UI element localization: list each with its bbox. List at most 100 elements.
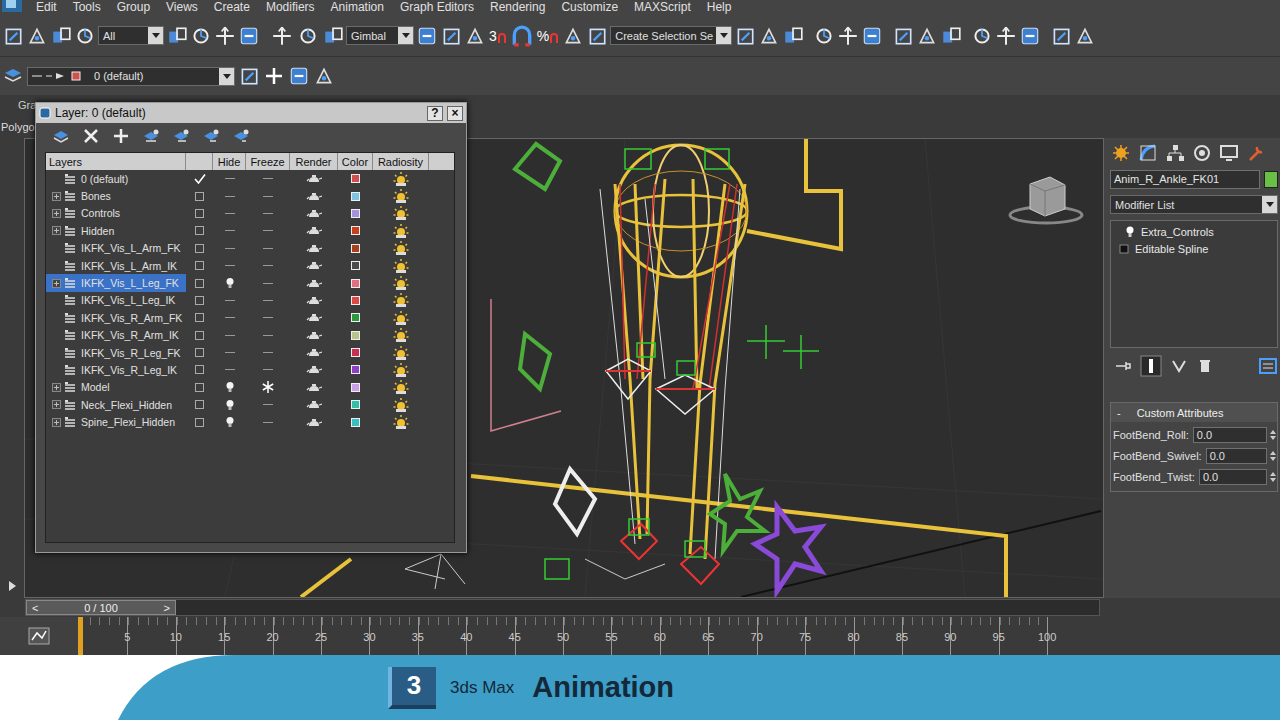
hide-cell[interactable] [213,187,246,204]
utilities-tab-icon[interactable] [1245,143,1267,163]
expand-icon[interactable] [52,418,61,427]
dropdown-arrow-icon[interactable] [716,27,731,44]
color-cell[interactable] [338,396,373,413]
tool-icon[interactable] [190,25,212,47]
lightbulb-icon[interactable] [225,277,235,289]
layer-name-cell[interactable]: Spine_Flexi_Hidden [46,413,186,430]
layer-color-swatch[interactable] [351,331,360,340]
freeze-cell[interactable] [246,205,290,222]
freeze-off-dash[interactable] [263,300,273,301]
render-cell[interactable] [290,327,338,344]
current-layer-dropdown[interactable]: 0 (default) [27,67,235,86]
freeze-cell[interactable] [246,327,290,344]
select-in-layer-icon[interactable] [288,65,310,87]
hide-cell[interactable] [213,413,246,430]
current-checkbox[interactable] [195,192,204,201]
radiosity-cell[interactable] [373,187,429,204]
layer-color-swatch[interactable] [351,418,360,427]
layer-row[interactable]: IKFK_Vis_R_Arm_IK [46,327,454,344]
color-cell[interactable] [338,257,373,274]
freeze-off-dash[interactable] [263,265,273,266]
layer-name-cell[interactable]: Model [46,379,186,396]
render-cell[interactable] [290,361,338,378]
radiosity-icon[interactable] [393,275,409,291]
column-header[interactable]: Color [338,153,373,170]
dropdown-arrow-icon[interactable] [148,27,163,44]
menu-item[interactable]: Animation [323,0,392,14]
render-cell[interactable] [290,187,338,204]
layer-name-cell[interactable]: Neck_Flexi_Hidden [46,396,186,413]
hierarchy-tab-icon[interactable] [1164,143,1186,163]
freeze-cell[interactable] [246,309,290,326]
current-layer-cell[interactable] [186,274,213,291]
tool-icon[interactable] [416,25,438,47]
layer-color-swatch[interactable] [351,296,360,305]
hide-cell[interactable] [213,396,246,413]
teapot-icon[interactable] [306,399,322,410]
hide-cell[interactable] [213,344,246,361]
tool-icon[interactable] [50,25,72,47]
color-cell[interactable] [338,240,373,257]
hide-off-dash[interactable] [225,369,235,370]
menu-item[interactable]: Customize [553,0,626,14]
teapot-icon[interactable] [306,347,322,358]
app-logo-icon[interactable] [0,0,28,15]
edit-named-selection-icon[interactable] [586,25,608,47]
render-cell[interactable] [290,344,338,361]
tool-icon[interactable] [214,25,236,47]
freeze-cell[interactable] [246,187,290,204]
layer-row[interactable]: Controls [46,205,454,222]
menu-item[interactable]: Help [699,0,740,14]
parameter-field[interactable]: 0.0 [1199,469,1267,485]
freeze-cell[interactable] [246,396,290,413]
radiosity-icon[interactable] [393,205,409,221]
current-checkbox[interactable] [195,209,204,218]
current-checkbox[interactable] [195,279,204,288]
radiosity-icon[interactable] [393,362,409,378]
current-checkbox[interactable] [195,226,204,235]
freeze-off-dash[interactable] [263,196,273,197]
color-cell[interactable] [338,379,373,396]
current-layer-cell[interactable] [186,205,213,222]
tool-icon[interactable] [166,25,188,47]
current-layer-cell[interactable] [186,292,213,309]
render-cell[interactable] [290,413,338,430]
render-cell[interactable] [290,205,338,222]
teapot-icon[interactable] [306,382,322,393]
freeze-cell[interactable] [246,257,290,274]
freeze-cell[interactable] [246,361,290,378]
tool-icon[interactable] [1074,25,1096,47]
current-layer-cell[interactable] [186,187,213,204]
render-cell[interactable] [290,170,338,187]
freeze-off-dash[interactable] [263,369,273,370]
layer-name-cell[interactable]: Controls [46,205,186,222]
freeze-off-dash[interactable] [263,422,273,423]
rotate-icon[interactable] [296,25,320,47]
hide-off-dash[interactable] [225,335,235,336]
layer-row[interactable]: IKFK_Vis_R_Arm_FK [46,309,454,326]
radiosity-icon[interactable] [393,327,409,343]
teapot-icon[interactable] [306,208,322,219]
expand-icon[interactable] [52,192,61,201]
radiosity-icon[interactable] [393,379,409,395]
parameter-field[interactable]: 0.0 [1193,427,1267,443]
spinner-icon[interactable] [1269,430,1277,440]
hide-off-dash[interactable] [225,248,235,249]
tool-icon[interactable] [782,25,804,47]
menu-item[interactable]: Tools [65,0,109,14]
menu-item[interactable]: Group [109,0,158,14]
teapot-icon[interactable] [306,278,322,289]
current-layer-cell[interactable] [186,222,213,239]
radiosity-cell[interactable] [373,396,429,413]
dropdown-arrow-icon[interactable] [398,27,413,44]
current-layer-cell[interactable] [186,170,213,187]
pin-stack-icon[interactable] [1114,357,1132,375]
radiosity-cell[interactable] [373,222,429,239]
expand-icon[interactable] [52,400,61,409]
layer-color-swatch[interactable] [351,174,360,183]
column-header[interactable]: Hide [213,153,246,170]
tool-icon[interactable] [971,25,993,47]
freeze-off-dash[interactable] [263,178,273,179]
freeze-off-dash[interactable] [263,230,273,231]
dialog-title-bar[interactable]: Layer: 0 (default)?× [36,103,466,123]
